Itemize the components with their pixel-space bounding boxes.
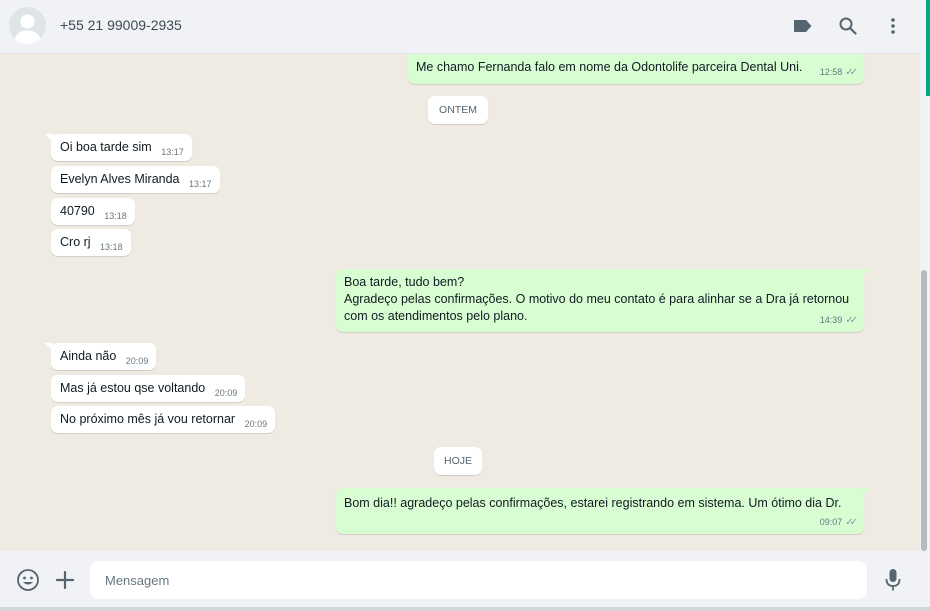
message-time: 14:39	[819, 315, 843, 325]
message-time: 13:17	[189, 179, 212, 189]
message-time: 20:09	[244, 419, 268, 429]
message-text: Evelyn Alves Miranda	[60, 172, 180, 186]
default-avatar-icon	[13, 14, 42, 44]
message-in[interactable]: Oi boa tarde sim 13:17	[45, 134, 192, 161]
date-chip: HOJE	[434, 447, 482, 475]
message-meta: 14:39 ✓✓	[820, 312, 858, 329]
menu-icon[interactable]	[880, 13, 906, 39]
message-out[interactable]: Bom dia!! agradeço pelas confirmações, e…	[336, 488, 870, 534]
message-text: Ainda não	[60, 349, 117, 363]
message-text: No próximo mês já vou retornar	[60, 412, 236, 426]
message-text: 40790	[60, 204, 95, 218]
message-in[interactable]: Cro rj 13:18	[51, 229, 131, 256]
message-time: 20:09	[214, 388, 238, 398]
message-time: 09:07	[819, 517, 843, 527]
message-text: Mas já estou qse voltando	[60, 381, 206, 395]
bubble-tail	[862, 269, 870, 277]
bubble-tail	[45, 134, 53, 142]
label-icon[interactable]	[790, 13, 816, 39]
message-input[interactable]	[90, 561, 867, 599]
message-text-line: com os atendimentos pelo plano.	[344, 309, 528, 323]
date-chip: ONTEM	[428, 96, 488, 124]
message-in[interactable]: Mas já estou qse voltando 20:09	[51, 375, 246, 402]
message-time: 13:17	[161, 147, 184, 157]
scrollbar-thumb[interactable]	[921, 270, 927, 551]
search-icon[interactable]	[835, 13, 861, 39]
plus-icon[interactable]	[53, 568, 77, 592]
message-text-line: Agradeço pelas confirmações. O motivo do…	[344, 292, 850, 306]
avatar[interactable]	[9, 7, 46, 44]
message-in[interactable]: No próximo mês já vou retornar 20:09	[51, 406, 276, 433]
double-check-icon: ✓✓	[845, 517, 858, 528]
message-list[interactable]: Me chamo Fernanda falo em nome da Odonto…	[0, 54, 920, 551]
chat-header: +55 21 99009-2935	[0, 0, 920, 54]
message-time: 13:18	[104, 211, 127, 221]
message-meta: 09:07 ✓✓	[820, 514, 858, 531]
message-in[interactable]: 40790 13:18	[51, 198, 135, 225]
double-check-icon: ✓✓	[845, 67, 858, 78]
mic-icon[interactable]	[882, 567, 904, 593]
message-time: 12:58	[819, 67, 843, 77]
message-text: Bom dia!! agradeço pelas confirmações, e…	[344, 496, 842, 510]
message-text: Cro rj	[60, 235, 91, 249]
message-out[interactable]: Me chamo Fernanda falo em nome da Odonto…	[408, 54, 864, 84]
scrollbar-accent	[926, 0, 930, 96]
compose-bar	[0, 551, 920, 611]
message-text: Oi boa tarde sim	[60, 140, 152, 154]
message-meta: 12:58 ✓✓	[820, 64, 858, 81]
window-bottom-border	[0, 607, 930, 611]
emoji-icon[interactable]	[15, 567, 41, 593]
message-text-line: Boa tarde, tudo bem?	[344, 275, 465, 289]
message-text: Me chamo Fernanda falo em nome da Odonto…	[416, 60, 803, 74]
message-time: 20:09	[125, 356, 149, 366]
bubble-tail	[45, 343, 53, 351]
message-in[interactable]: Ainda não 20:09	[45, 343, 157, 370]
contact-name[interactable]: +55 21 99009-2935	[60, 17, 182, 33]
message-out[interactable]: Boa tarde, tudo bem? Agradeço pelas conf…	[336, 269, 870, 332]
message-in[interactable]: Evelyn Alves Miranda 13:17	[51, 166, 220, 193]
double-check-icon: ✓✓	[845, 315, 858, 326]
message-time: 13:18	[100, 242, 123, 252]
bubble-tail	[862, 488, 870, 496]
